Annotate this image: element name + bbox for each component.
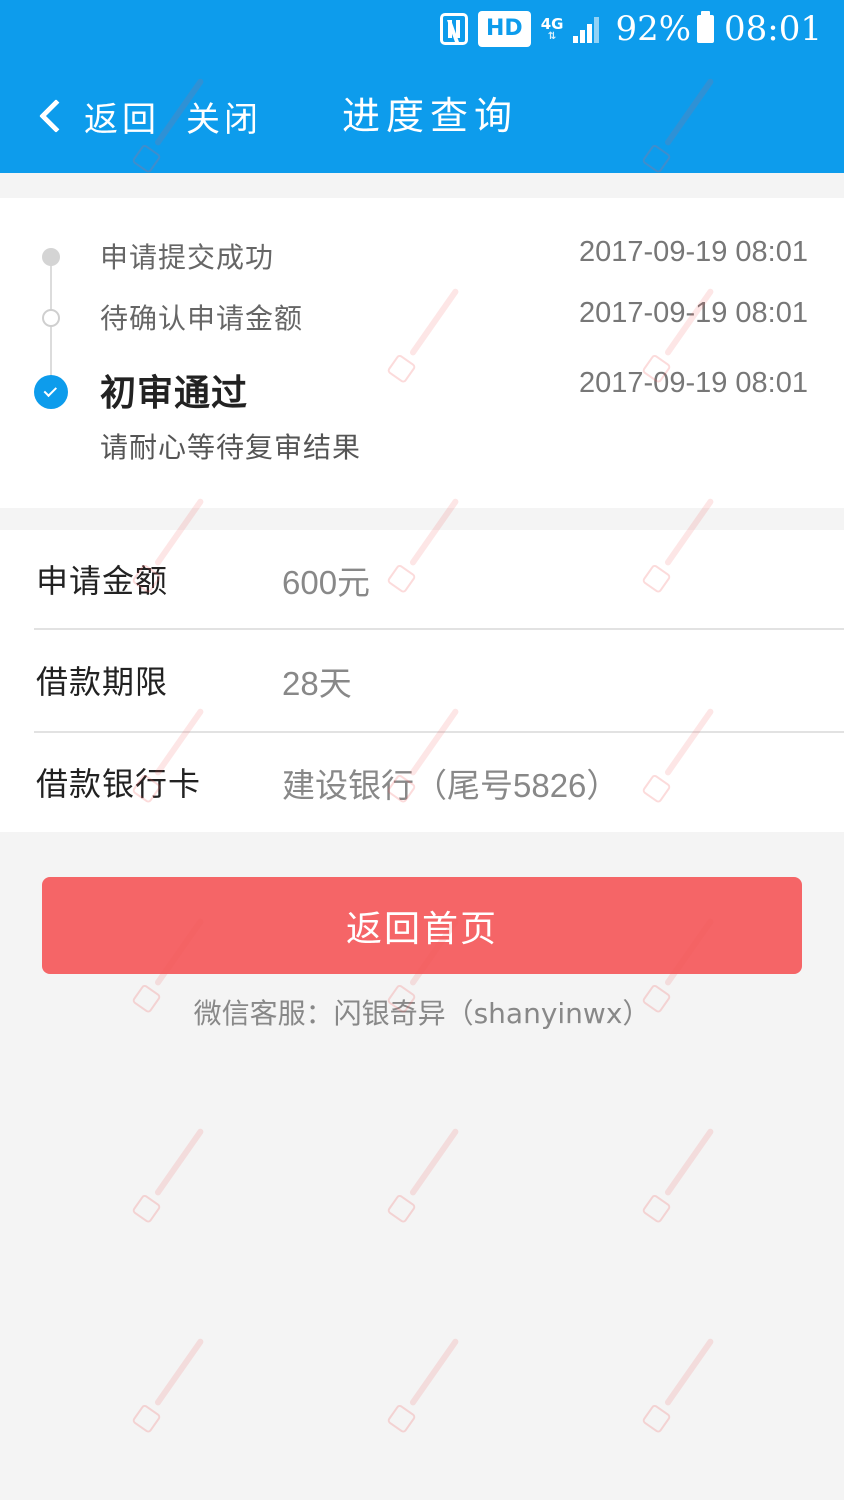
check-icon bbox=[34, 375, 68, 409]
back-button[interactable]: 返回 bbox=[32, 84, 160, 148]
back-to-home-button[interactable]: 返回首页 bbox=[42, 877, 802, 974]
status-time: 08:01 bbox=[724, 9, 822, 49]
page-title: 进度查询 bbox=[342, 94, 519, 138]
timeline-dot bbox=[42, 309, 60, 327]
watermark bbox=[608, 1098, 761, 1251]
watermark bbox=[353, 1308, 506, 1461]
timeline-step-note: 请耐心等待复审结果 bbox=[100, 431, 362, 464]
close-button[interactable]: 关闭 bbox=[186, 84, 262, 148]
progress-timeline: 申请提交成功 2017-09-19 08:01 待确认申请金额 2017-09-… bbox=[0, 198, 844, 508]
data-arrows-icon: ⇅ bbox=[547, 30, 557, 42]
app-screen: HD 4G ⇅ 92% 08:01 返回 关闭 进度查询 申请提交成功 2017… bbox=[0, 0, 844, 1500]
watermark bbox=[353, 1098, 506, 1251]
info-label: 申请金额 bbox=[36, 562, 169, 600]
signal-icon bbox=[573, 15, 605, 43]
info-value: 600元 bbox=[282, 564, 371, 601]
battery-percent: 92% bbox=[615, 9, 692, 49]
info-row-bank-card: 借款银行卡 建设银行（尾号5826） bbox=[0, 733, 844, 833]
timeline-step-time: 2017-09-19 08:01 bbox=[579, 236, 808, 268]
status-bar: HD 4G ⇅ 92% 08:01 bbox=[440, 8, 822, 50]
header: HD 4G ⇅ 92% 08:01 返回 关闭 进度查询 bbox=[0, 0, 844, 173]
close-label: 关闭 bbox=[186, 99, 262, 140]
info-value: 28天 bbox=[282, 665, 352, 702]
battery-icon bbox=[697, 11, 715, 43]
chevron-left-icon bbox=[39, 99, 73, 133]
timeline-dot bbox=[42, 248, 60, 266]
info-label: 借款银行卡 bbox=[36, 765, 202, 803]
navigation-bar: 返回 关闭 进度查询 bbox=[0, 80, 844, 152]
watermark bbox=[98, 1308, 251, 1461]
customer-service-text: 微信客服：闪银奇异（shanyinwx） bbox=[193, 997, 651, 1030]
nfc-icon bbox=[440, 13, 468, 45]
loan-info-card: 申请金额 600元 借款期限 28天 借款银行卡 建设银行（尾号5826） bbox=[0, 530, 844, 832]
watermark bbox=[98, 1098, 251, 1251]
hd-badge: HD bbox=[478, 11, 531, 47]
network-type-icon: 4G ⇅ bbox=[540, 14, 564, 42]
timeline-step-time: 2017-09-19 08:01 bbox=[579, 367, 808, 399]
divider bbox=[34, 628, 844, 630]
network-type-label: 4G bbox=[540, 14, 564, 33]
timeline-step-label-active: 初审通过 bbox=[100, 373, 249, 414]
info-label: 借款期限 bbox=[36, 663, 169, 701]
timeline-step-label: 待确认申请金额 bbox=[100, 302, 304, 335]
info-value: 建设银行（尾号5826） bbox=[282, 767, 620, 804]
info-row-amount: 申请金额 600元 bbox=[0, 530, 844, 630]
info-row-term: 借款期限 28天 bbox=[0, 631, 844, 731]
timeline-step-time: 2017-09-19 08:01 bbox=[579, 297, 808, 329]
watermark bbox=[608, 1308, 761, 1461]
timeline-step-label: 申请提交成功 bbox=[100, 241, 275, 274]
back-label: 返回 bbox=[84, 99, 160, 140]
